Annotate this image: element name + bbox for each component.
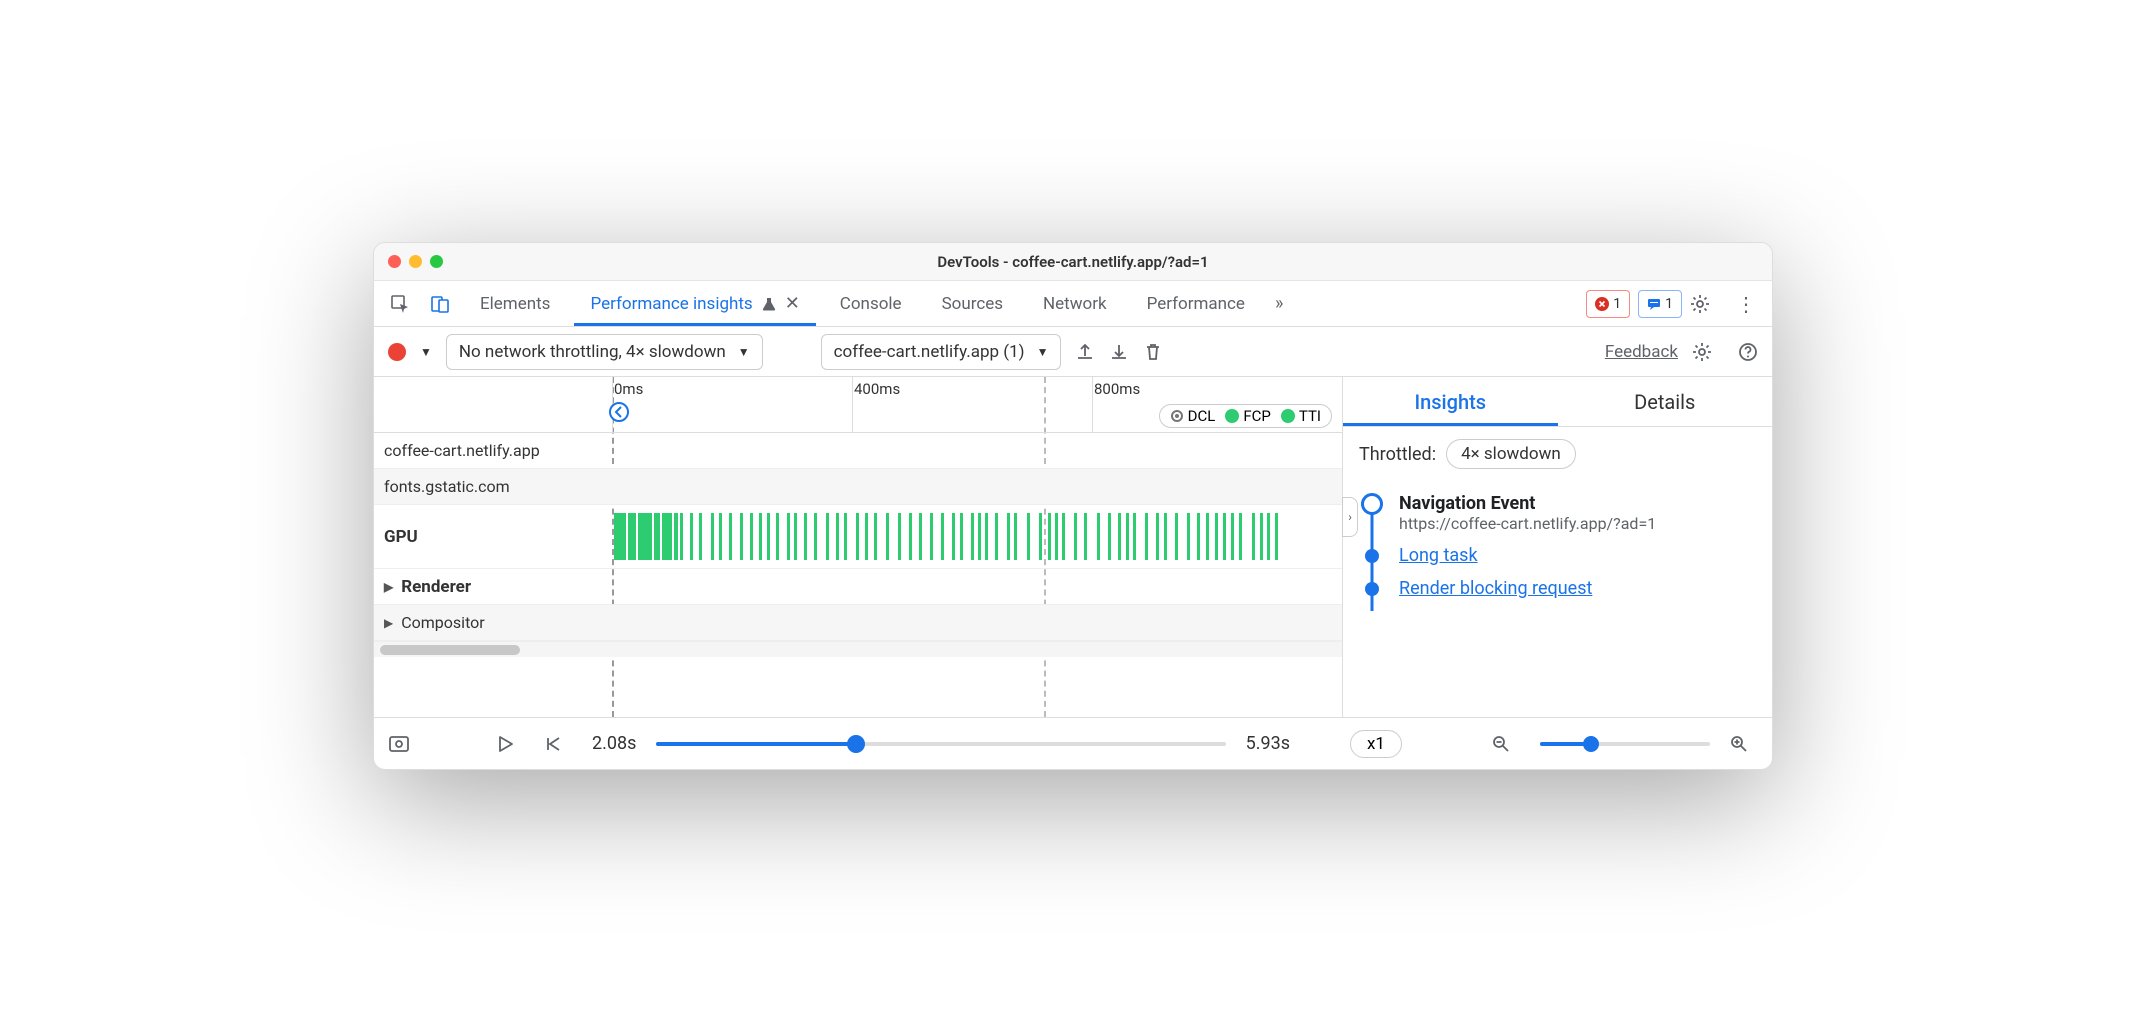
inspect-element-icon[interactable] — [384, 288, 416, 320]
titlebar: DevTools - coffee-cart.netlify.app/?ad=1 — [374, 243, 1772, 281]
tick-label: 0ms — [614, 380, 643, 398]
traffic-lights — [388, 255, 443, 268]
dot-icon — [1281, 409, 1295, 423]
close-tab-icon[interactable]: ✕ — [785, 293, 800, 314]
compositor-track[interactable]: ▶ Compositor — [374, 605, 1342, 641]
start-time-label: 2.08s — [592, 733, 636, 754]
horizontal-scrollbar[interactable] — [374, 641, 1342, 657]
dcl-icon — [1170, 409, 1184, 423]
help-icon[interactable] — [1738, 342, 1758, 362]
marker-tti: TTI — [1281, 407, 1321, 425]
tick-label: 400ms — [854, 380, 900, 398]
panel-settings-icon[interactable] — [1692, 342, 1724, 362]
main-content: 0ms 400ms 800ms DCL FCP — [374, 377, 1772, 717]
scrollbar-thumb[interactable] — [380, 645, 520, 655]
chevron-down-icon: ▼ — [1037, 345, 1049, 359]
tick-label: 800ms — [1094, 380, 1140, 398]
tab-console[interactable]: Console — [824, 281, 918, 326]
expand-icon[interactable]: ▶ — [384, 616, 393, 630]
record-options-dropdown[interactable]: ▼ — [420, 345, 432, 359]
throttling-select[interactable]: No network throttling, 4× slowdown ▼ — [446, 334, 763, 370]
tab-details[interactable]: Details — [1558, 377, 1773, 426]
feedback-link[interactable]: Feedback — [1605, 342, 1678, 362]
timeline-node-icon — [1361, 493, 1383, 515]
gpu-track[interactable]: GPU — [374, 505, 1342, 569]
play-button[interactable] — [496, 735, 524, 753]
message-badge[interactable]: 1 — [1638, 290, 1682, 318]
window-title: DevTools - coffee-cart.netlify.app/?ad=1 — [374, 253, 1772, 271]
zoom-window-button[interactable] — [430, 255, 443, 268]
preview-toggle-icon[interactable] — [388, 733, 416, 755]
insights-timeline: Navigation Event https://coffee-cart.net… — [1343, 481, 1772, 611]
flask-icon — [761, 296, 777, 312]
export-icon[interactable] — [1075, 342, 1095, 362]
nav-start-marker-icon[interactable] — [608, 401, 630, 423]
zoom-in-button[interactable] — [1730, 735, 1758, 753]
timeline-node-icon — [1365, 582, 1379, 596]
settings-icon[interactable] — [1690, 294, 1722, 314]
error-badge[interactable]: 1 — [1586, 290, 1630, 318]
delete-icon[interactable] — [1143, 342, 1163, 362]
timeline-panel: 0ms 400ms 800ms DCL FCP — [374, 377, 1342, 717]
throttle-chip[interactable]: 4× slowdown — [1446, 439, 1576, 469]
device-toolbar-icon[interactable] — [424, 288, 456, 320]
slider-knob[interactable] — [1583, 736, 1599, 752]
tab-insights[interactable]: Insights — [1343, 377, 1558, 426]
zoom-out-button[interactable] — [1492, 735, 1520, 753]
playback-speed-button[interactable]: x1 — [1350, 730, 1402, 758]
tab-performance[interactable]: Performance — [1131, 281, 1261, 326]
marker-dcl: DCL — [1170, 407, 1216, 425]
message-icon — [1647, 297, 1661, 311]
error-icon — [1595, 297, 1609, 311]
tab-sources[interactable]: Sources — [926, 281, 1019, 326]
collapse-sidebar-button[interactable]: › — [1342, 497, 1358, 537]
playback-footer: 2.08s 5.93s x1 — [374, 717, 1772, 769]
insights-tabs: Insights Details — [1343, 377, 1772, 427]
tab-elements[interactable]: Elements — [464, 281, 566, 326]
network-track-row[interactable]: fonts.gstatic.com — [374, 469, 1342, 505]
gpu-activity-bars — [614, 513, 1338, 560]
more-tabs-icon[interactable]: » — [1269, 293, 1289, 314]
time-ruler[interactable]: 0ms 400ms 800ms DCL FCP — [374, 377, 1342, 433]
panel-tabbar: Elements Performance insights ✕ Console … — [374, 281, 1772, 327]
insight-render-blocking[interactable]: Render blocking request — [1349, 572, 1772, 605]
import-icon[interactable] — [1109, 342, 1129, 362]
dot-icon — [1225, 409, 1239, 423]
timeline-node-icon — [1365, 549, 1379, 563]
end-time-label: 5.93s — [1246, 733, 1290, 754]
devtools-window: DevTools - coffee-cart.netlify.app/?ad=1… — [373, 242, 1773, 770]
tab-network[interactable]: Network — [1027, 281, 1123, 326]
slider-knob[interactable] — [847, 735, 865, 753]
perf-insights-toolbar: ▼ No network throttling, 4× slowdown ▼ c… — [374, 327, 1772, 377]
playback-slider[interactable] — [656, 742, 1225, 746]
marker-fcp: FCP — [1225, 407, 1271, 425]
insights-sidebar: › Insights Details Throttled: 4× slowdow… — [1342, 377, 1772, 717]
expand-icon[interactable]: ▶ — [384, 580, 393, 594]
more-menu-icon[interactable]: ⋮ — [1730, 292, 1762, 316]
throttled-info: Throttled: 4× slowdown — [1343, 427, 1772, 481]
recording-select[interactable]: coffee-cart.netlify.app (1) ▼ — [821, 334, 1062, 370]
network-track-row[interactable]: coffee-cart.netlify.app — [374, 433, 1342, 469]
close-window-button[interactable] — [388, 255, 401, 268]
insight-nav-event[interactable]: Navigation Event https://coffee-cart.net… — [1349, 487, 1772, 539]
chevron-down-icon: ▼ — [738, 345, 750, 359]
zoom-slider[interactable] — [1540, 742, 1710, 746]
skip-back-button[interactable] — [544, 735, 572, 753]
insight-long-task[interactable]: Long task — [1349, 539, 1772, 572]
record-button[interactable] — [388, 343, 406, 361]
renderer-track[interactable]: ▶ Renderer — [374, 569, 1342, 605]
marker-legend: DCL FCP TTI — [1159, 404, 1332, 428]
tab-performance-insights[interactable]: Performance insights ✕ — [574, 281, 815, 326]
minimize-window-button[interactable] — [409, 255, 422, 268]
